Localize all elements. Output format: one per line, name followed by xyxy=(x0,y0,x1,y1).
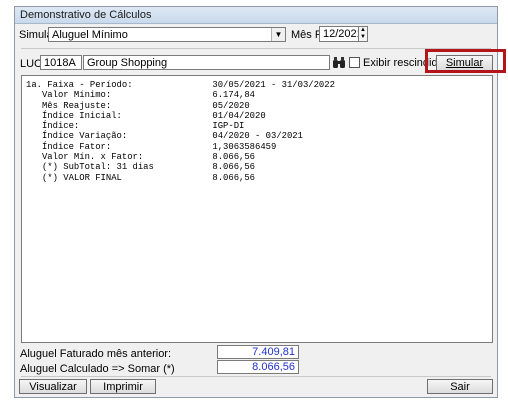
report-row-value: 8.066,56 xyxy=(212,172,256,183)
visualizar-label: Visualizar xyxy=(29,381,77,393)
report-row-label: Índice Variação: xyxy=(26,131,213,142)
report-row-value: IGP-DI xyxy=(212,121,245,132)
binoculars-icon[interactable] xyxy=(332,56,346,69)
report-row-label: Mês Reajuste: xyxy=(26,100,213,111)
report-row-label: (*) SubTotal: 31 dias xyxy=(26,162,213,173)
report-row-label: (*) VALOR FINAL xyxy=(26,172,213,183)
report-row-value: 8.066,56 xyxy=(212,162,256,173)
report-row-value: 30/05/2021 - 31/03/2022 xyxy=(212,80,335,90)
report-row: Mês Reajuste: 05/2020 xyxy=(26,101,492,111)
chevron-down-icon[interactable]: ▼ xyxy=(271,28,285,41)
report-text: 1a. Faixa - Período: 30/05/2021 - 31/03/… xyxy=(26,80,492,183)
imprimir-label: Imprimir xyxy=(103,381,143,393)
report-row: Valor Mín. x Fator: 8.066,56 xyxy=(26,152,492,162)
imprimir-button[interactable]: Imprimir xyxy=(90,379,156,394)
report-row-value: 05/2020 xyxy=(212,100,250,111)
mes-fat-spinner[interactable]: ▲ ▼ xyxy=(358,26,368,42)
luc-code-input[interactable]: 1018A xyxy=(40,55,82,70)
calculado-value: 8.066,56 xyxy=(217,360,299,374)
report-row: Valor Mínimo: 6.174,84 xyxy=(26,90,492,100)
report-row-label: Índice Fator: xyxy=(26,141,213,152)
report-row-label: 1a. Faixa - Período: xyxy=(26,80,213,90)
faturado-label: Aluguel Faturado mês anterior: xyxy=(20,348,172,360)
calculado-label: Aluguel Calculado => Somar (*) xyxy=(20,363,175,375)
simular-combo[interactable]: Aluguel Mínimo ▼ xyxy=(48,27,286,42)
report-row-value: 01/04/2020 xyxy=(212,110,266,121)
faturado-value: 7.409,81 xyxy=(217,345,299,359)
title-bar: Demonstrativo de Cálculos xyxy=(15,7,497,24)
report-row: (*) VALOR FINAL 8.066,56 xyxy=(26,173,492,183)
window-title: Demonstrativo de Cálculos xyxy=(20,9,152,21)
luc-name-value: Group Shopping xyxy=(87,57,168,69)
report-row-label: Valor Mín. x Fator: xyxy=(26,152,213,163)
report-row-value: 04/2020 - 03/2021 xyxy=(212,131,303,142)
luc-code-value: 1018A xyxy=(44,57,76,69)
simular-combo-value: Aluguel Mínimo xyxy=(52,29,128,41)
sair-label: Sair xyxy=(450,381,470,393)
report-row: Índice Variação: 04/2020 - 03/2021 xyxy=(26,131,492,141)
luc-label: LUC xyxy=(20,58,43,70)
highlight-box xyxy=(425,49,506,73)
visualizar-button[interactable]: Visualizar xyxy=(19,379,87,394)
sair-button[interactable]: Sair xyxy=(427,379,493,394)
separator xyxy=(21,48,491,49)
report-row-value: 1,3063586459 xyxy=(212,141,277,152)
report-row-label: Índice Inicial: xyxy=(26,110,213,121)
report-row-label: Índice: xyxy=(26,121,213,132)
separator xyxy=(21,376,491,377)
report-row: (*) SubTotal: 31 dias 8.066,56 xyxy=(26,162,492,172)
report-row: 1a. Faixa - Período: 30/05/2021 - 31/03/… xyxy=(26,80,492,90)
report-row: Índice Inicial: 01/04/2020 xyxy=(26,111,492,121)
report-row: Índice: IGP-DI xyxy=(26,121,492,131)
exibir-rescindidas-checkbox[interactable] xyxy=(349,57,360,68)
report-row-value: 6.174,84 xyxy=(212,90,256,101)
report-row-value: 8.066,56 xyxy=(212,152,256,163)
report-panel: 1a. Faixa - Período: 30/05/2021 - 31/03/… xyxy=(21,75,493,343)
mes-fat-value: 12/2021 xyxy=(323,28,363,40)
report-row: Índice Fator: 1,3063586459 xyxy=(26,142,492,152)
luc-name-input[interactable]: Group Shopping xyxy=(83,55,330,70)
report-row-label: Valor Mínimo: xyxy=(26,90,213,101)
